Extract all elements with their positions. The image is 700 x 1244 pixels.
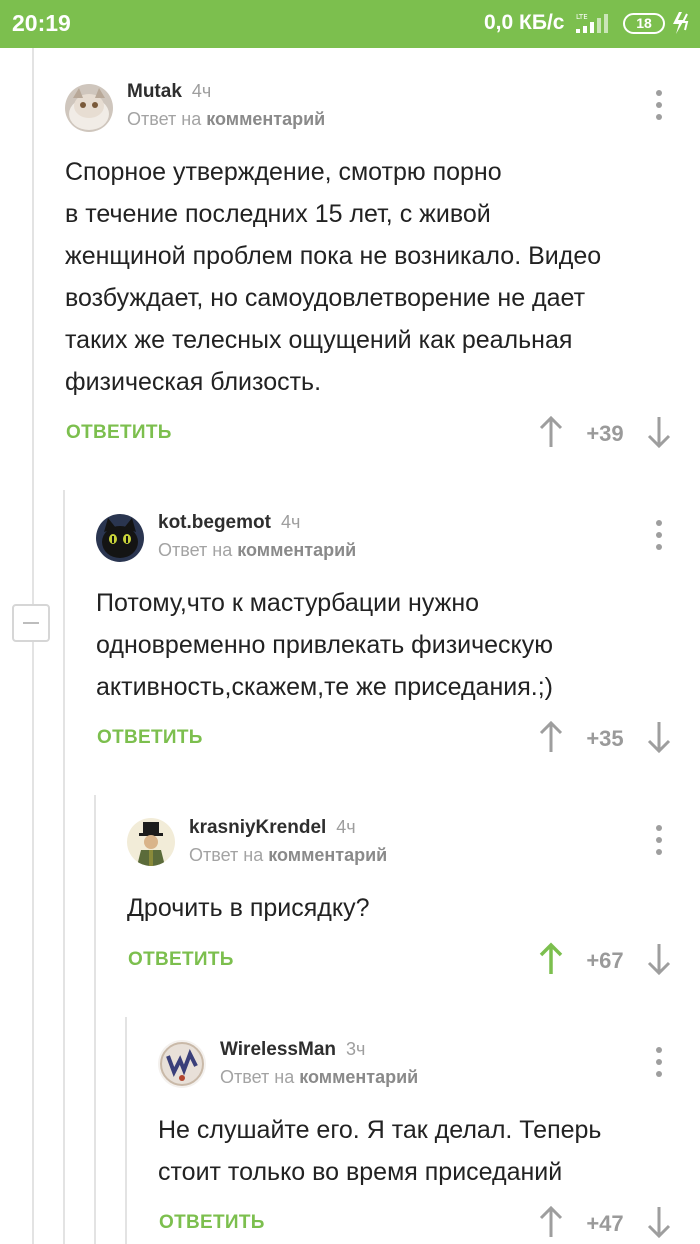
- comment-age: 4ч: [336, 817, 356, 837]
- reply-to-link[interactable]: комментарий: [299, 1067, 418, 1087]
- comment-line: Дрочить в присядку?: [127, 894, 370, 922]
- comment-text: Не слушайте его. Я так делал. Теперь сто…: [158, 1109, 601, 1193]
- comment-line: женщиной проблем пока не возникало. Виде…: [65, 242, 602, 270]
- downvote-arrow-icon[interactable]: [645, 720, 673, 754]
- more-menu-icon[interactable]: [649, 823, 669, 857]
- comment-score: +35: [586, 726, 624, 751]
- comment-author[interactable]: Mutak 4ч: [127, 81, 211, 103]
- comment-line: Потому,что к мастурбации нужно: [96, 589, 480, 617]
- comment-author[interactable]: WirelessMan 3ч: [220, 1039, 365, 1061]
- upvote-arrow-icon[interactable]: [537, 942, 565, 976]
- top-hat-man-avatar-icon: [127, 818, 175, 866]
- comment-text: Спорное утверждение, смотрю порно в тече…: [65, 151, 601, 403]
- svg-text:LTE: LTE: [576, 13, 588, 21]
- reply-button[interactable]: ОТВЕТИТЬ: [97, 727, 203, 749]
- reply-button[interactable]: ОТВЕТИТЬ: [159, 1212, 265, 1234]
- author-name[interactable]: WirelessMan: [220, 1039, 336, 1060]
- comment-line: таких же телесных ощущений как реальная: [65, 326, 573, 354]
- reply-to-label: Ответ на: [220, 1067, 295, 1087]
- comment-score: +47: [586, 1211, 624, 1236]
- author-name[interactable]: Mutak: [127, 81, 182, 102]
- thread-line-4: [125, 1017, 127, 1244]
- downvote-arrow-icon[interactable]: [645, 1205, 673, 1239]
- downvote-arrow-icon[interactable]: [645, 942, 673, 976]
- comment-line: активность,скажем,те же приседания.;): [96, 673, 553, 701]
- upvote-arrow-icon[interactable]: [537, 720, 565, 754]
- reply-to-meta: Ответ на комментарий: [127, 109, 325, 130]
- comment-author[interactable]: kot.begemot 4ч: [158, 512, 300, 534]
- comment-line: Не слушайте его. Я так делал. Теперь: [158, 1116, 602, 1144]
- avatar[interactable]: [96, 514, 144, 562]
- comment-line: возбуждает, но самоудовлетворение не дае…: [65, 284, 586, 312]
- reply-to-meta: Ответ на комментарий: [189, 845, 387, 866]
- thread-line-3: [94, 795, 96, 1244]
- comment-line: Спорное утверждение, смотрю порно: [65, 158, 502, 186]
- battery-icon: 18: [623, 13, 665, 34]
- reply-to-label: Ответ на: [158, 540, 233, 560]
- comment-line: в течение последних 15 лет, с живой: [65, 200, 491, 228]
- status-bar: 20:19 0,0 КБ/с LTE 18: [0, 0, 700, 48]
- comment-score: +67: [586, 948, 624, 973]
- comment-text: Дрочить в присядку?: [127, 887, 369, 929]
- author-name[interactable]: kot.begemot: [158, 512, 271, 533]
- signal-icon: LTE: [576, 13, 608, 33]
- reply-to-link[interactable]: комментарий: [268, 845, 387, 865]
- thread-line-2: [63, 490, 65, 1244]
- comment-score: +39: [586, 421, 624, 446]
- comment-age: 3ч: [346, 1039, 366, 1059]
- reply-to-meta: Ответ на комментарий: [220, 1067, 418, 1088]
- avatar[interactable]: [65, 84, 113, 132]
- reply-button[interactable]: ОТВЕТИТЬ: [66, 422, 172, 444]
- network-speed: 0,0 КБ/с: [484, 11, 565, 34]
- comment-author[interactable]: krasniyKrendel 4ч: [189, 817, 356, 839]
- comment-line: стоит только во время приседаний: [158, 1158, 563, 1186]
- status-time: 20:19: [12, 10, 71, 36]
- more-menu-icon[interactable]: [649, 1045, 669, 1079]
- reply-button[interactable]: ОТВЕТИТЬ: [128, 949, 234, 971]
- avatar[interactable]: [127, 818, 175, 866]
- collapse-thread-button[interactable]: [12, 604, 50, 642]
- comment-line: одновременно привлекать физическую: [96, 631, 554, 659]
- avatar[interactable]: [158, 1040, 206, 1088]
- reply-to-link[interactable]: комментарий: [206, 109, 325, 129]
- cat-avatar-icon: [65, 84, 113, 132]
- comment-age: 4ч: [280, 512, 301, 532]
- reply-to-link[interactable]: комментарий: [237, 540, 356, 560]
- reply-to-label: Ответ на: [189, 845, 264, 865]
- upvote-arrow-icon[interactable]: [537, 1205, 565, 1239]
- comment-age: 4ч: [191, 81, 212, 101]
- black-cat-avatar-icon: [96, 514, 144, 562]
- thread-line-1: [32, 48, 34, 1244]
- charging-icon: [673, 12, 689, 34]
- author-name[interactable]: krasniyKrendel: [189, 817, 326, 838]
- comment-text: Потому,что к мастурбации нужно одновреме…: [96, 582, 553, 708]
- more-menu-icon[interactable]: [649, 518, 669, 552]
- more-menu-icon[interactable]: [649, 88, 669, 122]
- downvote-arrow-icon[interactable]: [645, 415, 673, 449]
- upvote-arrow-icon[interactable]: [537, 415, 565, 449]
- comment-line: физическая близость.: [65, 368, 322, 396]
- reply-to-meta: Ответ на комментарий: [158, 540, 356, 561]
- reply-to-label: Ответ на: [127, 109, 202, 129]
- wifi-logo-avatar-icon: [158, 1040, 206, 1088]
